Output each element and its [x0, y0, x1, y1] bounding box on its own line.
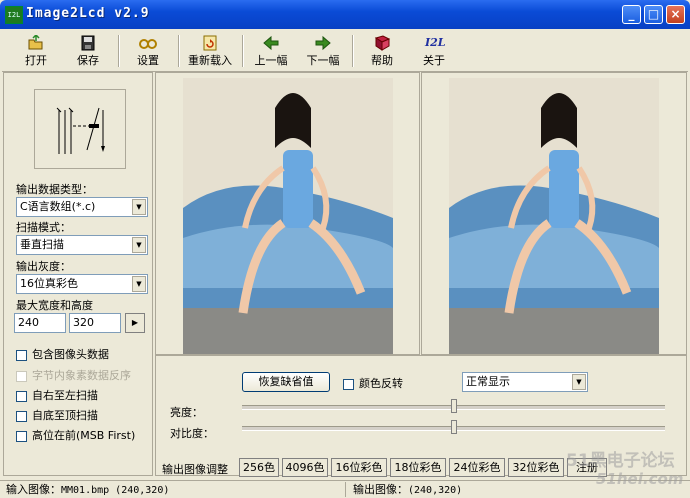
display-mode-select[interactable]: 正常显示 ▼	[462, 372, 588, 392]
apply-size-button[interactable]: ▶	[125, 313, 145, 333]
restore-defaults-button[interactable]: 恢复缺省值	[242, 372, 330, 392]
color-4096-button[interactable]: 4096色	[282, 458, 328, 477]
scan-mode-label: 扫描模式：	[16, 221, 71, 234]
prev-arrow-icon	[263, 35, 279, 51]
input-image	[183, 78, 393, 354]
color-256-button[interactable]: 256色	[239, 458, 279, 477]
open-icon	[28, 35, 43, 50]
toolbar-separator	[352, 35, 354, 67]
watermark-url: 51hei.com	[596, 470, 684, 488]
color-16bit-button[interactable]: 16位彩色	[331, 458, 387, 477]
about-button[interactable]: I2L 关于	[414, 33, 454, 69]
minimize-button[interactable]: _	[622, 5, 641, 24]
brightness-label: 亮度：	[170, 406, 203, 419]
max-width-input[interactable]: 240	[14, 313, 66, 333]
contrast-slider-thumb[interactable]	[450, 420, 457, 434]
checkbox-box[interactable]	[16, 370, 27, 382]
output-image-panel	[421, 72, 687, 355]
open-button[interactable]: 打开	[16, 33, 56, 69]
gray-level-label: 输出灰度：	[16, 260, 71, 273]
status-bar: 输入图像：MM01.bmp (240,320) 输出图像：(240,320)	[0, 480, 690, 498]
help-button[interactable]: 帮助	[362, 33, 402, 69]
scan-mode-select[interactable]: 垂直扫描 ▼	[16, 235, 148, 255]
settings-button[interactable]: 设置	[128, 33, 168, 69]
prev-image-button[interactable]: 上一幅	[250, 33, 292, 69]
brightness-slider-thumb[interactable]	[450, 399, 457, 413]
bottom-to-top-checkbox[interactable]: 自底至顶扫描	[16, 407, 98, 423]
about-icon: I2L	[425, 36, 446, 49]
app-logo-icon: I2L	[5, 6, 23, 24]
checkbox-box[interactable]	[343, 378, 354, 390]
photo-illustration	[449, 78, 659, 354]
title-bar[interactable]: I2L Image2Lcd v2.9 _ □ ×	[0, 0, 690, 29]
checkbox-box[interactable]	[16, 430, 27, 442]
input-image-panel	[155, 72, 420, 355]
app-window: I2L Image2Lcd v2.9 _ □ × 打开 保存 设置 重新载入 上…	[0, 0, 690, 497]
gray-level-select[interactable]: 16位真彩色 ▼	[16, 274, 148, 294]
save-icon	[81, 35, 95, 51]
close-button[interactable]: ×	[666, 5, 685, 24]
dropdown-arrow-icon[interactable]: ▼	[132, 276, 146, 292]
max-height-input[interactable]: 320	[69, 313, 121, 333]
dropdown-arrow-icon[interactable]: ▼	[132, 199, 146, 215]
color-24bit-button[interactable]: 24位彩色	[449, 458, 505, 477]
toolbar-separator	[118, 35, 120, 67]
contrast-label: 对比度：	[170, 427, 214, 440]
output-image	[449, 78, 659, 354]
next-image-button[interactable]: 下一幅	[302, 33, 344, 69]
output-type-label: 输出数据类型：	[16, 183, 93, 196]
save-button[interactable]: 保存	[68, 33, 108, 69]
scan-direction-preview	[34, 89, 126, 169]
output-adjust-label: 输出图像调整	[162, 463, 228, 476]
msb-first-checkbox[interactable]: 高位在前(MSB First)	[16, 427, 135, 443]
toolbar-separator	[242, 35, 244, 67]
window-title: Image2Lcd v2.9	[26, 6, 150, 21]
reverse-pixel-order-checkbox[interactable]: 字节内象素数据反序	[16, 367, 131, 383]
photo-illustration	[183, 78, 393, 354]
checkbox-box[interactable]	[16, 390, 27, 402]
right-to-left-checkbox[interactable]: 自右至左扫描	[16, 387, 98, 403]
watermark-text: 51黑电子论坛	[566, 451, 675, 471]
color-32bit-button[interactable]: 32位彩色	[508, 458, 564, 477]
scan-direction-icon	[56, 107, 105, 154]
color-18bit-button[interactable]: 18位彩色	[390, 458, 446, 477]
status-divider	[345, 482, 346, 497]
next-arrow-icon	[315, 35, 331, 51]
maximize-button[interactable]: □	[644, 5, 663, 24]
max-size-label: 最大宽度和高度	[16, 299, 93, 312]
output-type-select[interactable]: C语言数组(*.c) ▼	[16, 197, 148, 217]
settings-panel: 输出数据类型： C语言数组(*.c) ▼ 扫描模式： 垂直扫描 ▼ 输出灰度： …	[3, 72, 153, 476]
reload-icon	[203, 35, 217, 51]
dropdown-arrow-icon[interactable]: ▼	[572, 374, 586, 390]
toolbar: 打开 保存 设置 重新载入 上一幅 下一幅 帮助 I2L 关于	[2, 31, 688, 72]
output-image-status: 输出图像：(240,320)	[353, 483, 463, 496]
checkbox-box[interactable]	[16, 349, 27, 361]
settings-icon	[139, 39, 157, 49]
input-image-status: 输入图像：MM01.bmp (240,320)	[6, 483, 170, 496]
help-book-icon	[374, 35, 391, 51]
reload-button[interactable]: 重新载入	[184, 33, 236, 69]
toolbar-separator	[178, 35, 180, 67]
invert-color-checkbox[interactable]: 颜色反转	[343, 375, 403, 391]
dropdown-arrow-icon[interactable]: ▼	[132, 237, 146, 253]
include-header-checkbox[interactable]: 包含图像头数据	[16, 346, 109, 362]
checkbox-box[interactable]	[16, 410, 27, 422]
